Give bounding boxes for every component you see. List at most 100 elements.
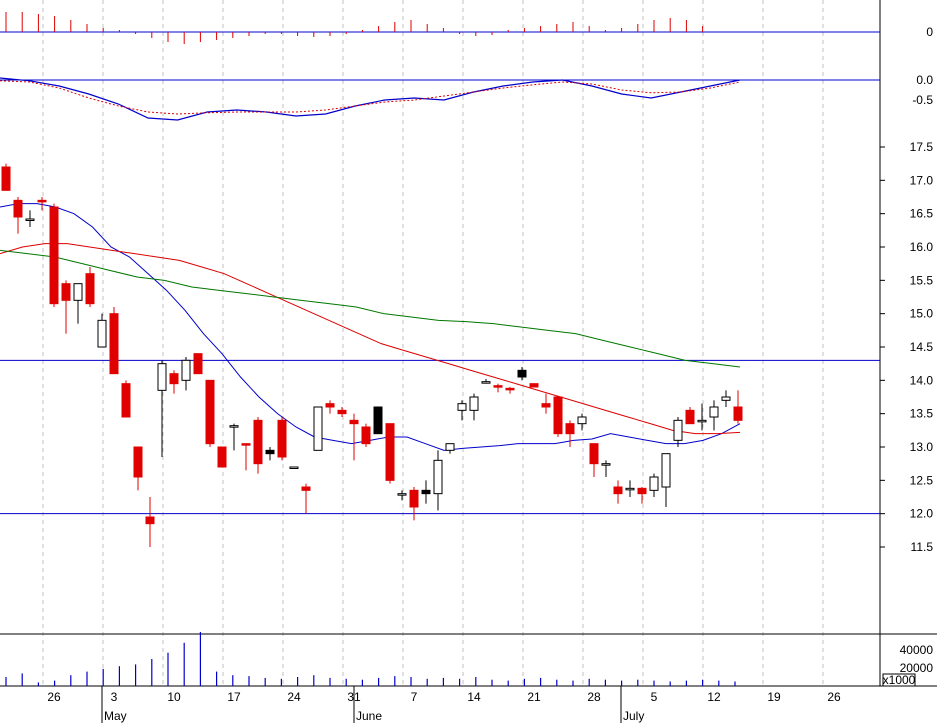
candle-body bbox=[169, 373, 179, 385]
candle-body bbox=[325, 403, 335, 408]
date-label: 21 bbox=[527, 690, 541, 704]
candle-body bbox=[457, 403, 467, 411]
date-label: 26 bbox=[47, 690, 61, 704]
candle-body bbox=[397, 493, 407, 496]
candle-body bbox=[193, 353, 203, 375]
histogram-panel bbox=[0, 12, 880, 44]
candle-body bbox=[109, 313, 119, 375]
candle-body bbox=[97, 319, 107, 348]
candle-body bbox=[421, 489, 431, 495]
month-label: June bbox=[356, 709, 382, 723]
candle-body bbox=[445, 443, 455, 451]
candle-body bbox=[145, 516, 155, 525]
grid-layer bbox=[42, 0, 824, 686]
candle-body bbox=[73, 283, 83, 301]
candle-body bbox=[205, 379, 215, 445]
candle-body bbox=[229, 425, 239, 428]
candle-body bbox=[541, 403, 551, 408]
candle-body bbox=[289, 466, 299, 469]
date-label: 10 bbox=[167, 690, 181, 704]
date-label: 3 bbox=[111, 690, 118, 704]
date-label: 24 bbox=[287, 690, 301, 704]
candle-body bbox=[313, 406, 323, 451]
date-label: 5 bbox=[651, 690, 658, 704]
candle-body bbox=[709, 406, 719, 418]
price-tick-label: 14.0 bbox=[910, 373, 934, 387]
candle-body bbox=[481, 381, 491, 384]
candle-body bbox=[157, 363, 167, 391]
candle-body bbox=[685, 409, 695, 425]
candle-body bbox=[589, 443, 599, 465]
macd-tick-label: 0.0 bbox=[916, 73, 933, 87]
candle-body bbox=[505, 387, 515, 391]
date-label: 12 bbox=[707, 690, 721, 704]
candle-body bbox=[625, 487, 635, 491]
candle-body bbox=[601, 463, 611, 466]
candle-body bbox=[613, 486, 623, 495]
volume-tick-label: 40000 bbox=[900, 643, 934, 657]
stock-chart: 0 0.0 -0.5 17.5 17.0 16.5 16.0 15.5 15.0 14.5 14.0… bbox=[0, 0, 937, 723]
candle-body bbox=[121, 383, 131, 418]
date-label: 7 bbox=[411, 690, 418, 704]
candle-body bbox=[253, 419, 263, 465]
price-tick-label: 12.0 bbox=[910, 507, 934, 521]
candle-body bbox=[733, 406, 743, 421]
panel-borders bbox=[0, 0, 937, 687]
date-label: 26 bbox=[827, 690, 841, 704]
macd-line bbox=[0, 77, 741, 121]
candle-body bbox=[133, 446, 143, 478]
price-tick-label: 17.5 bbox=[910, 140, 934, 154]
price-tick-label: 14.5 bbox=[910, 340, 934, 354]
macd-tick-label: -0.5 bbox=[912, 93, 933, 107]
candle-body bbox=[349, 419, 359, 425]
candle-body bbox=[301, 486, 311, 491]
candle-body bbox=[361, 426, 371, 445]
price-tick-label: 13.0 bbox=[910, 440, 934, 454]
candle-body bbox=[409, 489, 419, 508]
volume-panel bbox=[5, 632, 736, 686]
date-label: 17 bbox=[227, 690, 241, 704]
price-tick-label: 13.5 bbox=[910, 407, 934, 421]
month-label: May bbox=[104, 709, 127, 723]
month-label: July bbox=[623, 709, 644, 723]
candle-body bbox=[661, 453, 671, 488]
candle-body bbox=[217, 446, 227, 468]
candle-body bbox=[553, 396, 563, 435]
price-tick-label: 12.5 bbox=[910, 473, 934, 487]
candle-body bbox=[337, 409, 347, 415]
price-tick-label: 15.5 bbox=[910, 273, 934, 287]
candle-body bbox=[577, 416, 587, 425]
price-panel bbox=[0, 163, 880, 547]
macd-signal-line bbox=[0, 80, 741, 115]
candle-body bbox=[565, 423, 575, 435]
candle-body bbox=[85, 273, 95, 305]
candle-body bbox=[49, 206, 59, 305]
axis-labels: 0 0.0 -0.5 17.5 17.0 16.5 16.0 15.5 15.0 14.5 14.0… bbox=[47, 25, 933, 723]
candle-body bbox=[181, 359, 191, 381]
candle-body bbox=[277, 419, 287, 458]
histogram-tick-label: 0 bbox=[926, 25, 933, 39]
price-tick-label: 17.0 bbox=[910, 173, 934, 187]
candle-body bbox=[637, 487, 647, 495]
candle-body bbox=[673, 419, 683, 441]
candle-body bbox=[493, 385, 503, 388]
candle-body bbox=[517, 369, 527, 378]
price-tick-label: 16.0 bbox=[910, 240, 934, 254]
candle-body bbox=[25, 218, 35, 221]
date-label: 28 bbox=[587, 690, 601, 704]
macd-panel bbox=[0, 77, 880, 121]
candle-body bbox=[697, 419, 707, 423]
date-label: 14 bbox=[467, 690, 481, 704]
candle-body bbox=[13, 199, 23, 218]
candle-body bbox=[373, 406, 383, 435]
candle-body bbox=[529, 383, 539, 388]
candle-body bbox=[61, 283, 71, 301]
candle-body bbox=[721, 396, 731, 401]
date-label: 19 bbox=[767, 690, 781, 704]
candle-body bbox=[469, 396, 479, 411]
candle-body bbox=[433, 459, 443, 495]
chart-canvas: 0 0.0 -0.5 17.5 17.0 16.5 16.0 15.5 15.0 14.5 14.0… bbox=[0, 0, 937, 723]
candle-body bbox=[37, 199, 47, 203]
price-tick-label: 16.5 bbox=[910, 207, 934, 221]
price-tick-label: 11.5 bbox=[911, 540, 934, 554]
